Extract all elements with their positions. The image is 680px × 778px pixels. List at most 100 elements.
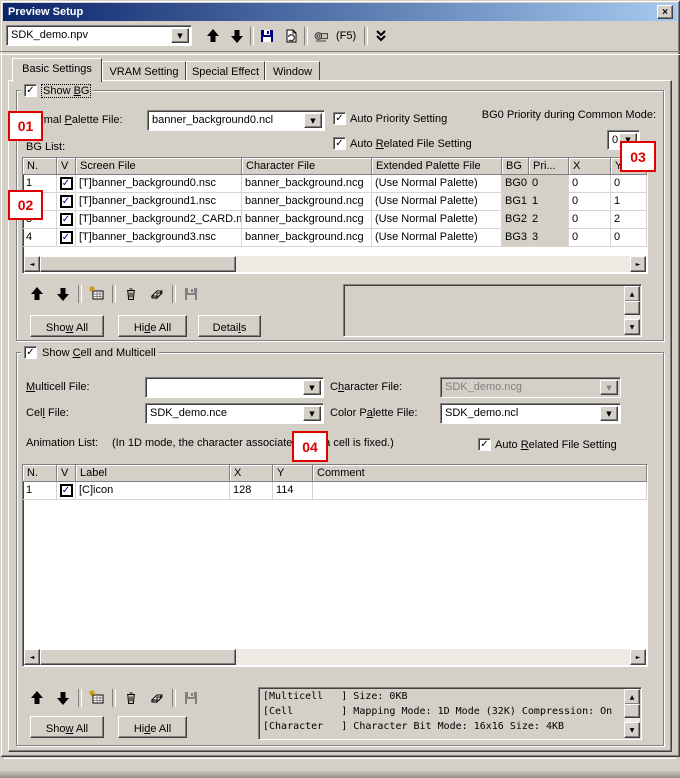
table-row[interactable]: 1 ✓ [C]icon 128 114 [23,482,647,500]
row-visible-checkbox[interactable]: ✓ [60,484,73,497]
save-disabled-icon [180,284,202,304]
normal-palette-combo[interactable]: banner_background0.ncl ▼ [147,110,325,131]
tab-basic-settings[interactable]: Basic Settings [12,58,102,82]
cell-y: 2 [611,211,647,229]
scroll-left-icon[interactable]: ◄ [24,649,40,665]
auto-priority-checkbox[interactable]: ✓ [333,112,346,125]
collapse-chevrons-icon[interactable] [370,26,392,46]
cell-character-file: banner_background.ncg [242,175,372,193]
save-icon[interactable] [256,26,278,46]
close-button[interactable]: × [657,5,673,19]
check-icon: ✓ [62,178,70,189]
scroll-right-icon[interactable]: ► [630,649,646,665]
add-row-icon[interactable] [86,284,108,304]
col-priority[interactable]: Pri... [529,158,569,175]
dropdown-arrow-icon: ▼ [600,380,618,395]
scrollbar-thumb[interactable] [40,256,236,272]
table-row[interactable]: 4 ✓ [T]banner_background3.nsc banner_bac… [23,229,647,247]
tab-window[interactable]: Window [265,61,320,80]
hide-all-button[interactable]: Hide All [118,315,187,337]
vertical-scrollbar[interactable]: ▲ ▼ [624,286,640,335]
cell-priority: 1 [529,193,569,211]
show-bg-checkbox[interactable]: ✓ [24,84,37,97]
check-icon: ✓ [480,439,488,450]
move-up-icon[interactable] [202,26,224,46]
preset-file-combo[interactable]: SDK_demo.npv ▼ [6,25,192,46]
toolbar-separator [172,285,176,303]
col-character-file[interactable]: Character File [242,158,372,175]
character-file-label: Character File: [330,381,402,393]
scroll-up-icon[interactable]: ▲ [624,286,640,302]
dropdown-arrow-icon[interactable]: ▼ [600,406,618,421]
col-x[interactable]: X [569,158,611,175]
col-n[interactable]: N. [23,465,57,482]
titlebar[interactable]: Preview Setup × [3,3,677,21]
col-bg[interactable]: BG [502,158,529,175]
row-visible-checkbox[interactable]: ✓ [60,213,73,226]
col-extended-palette[interactable]: Extended Palette File [372,158,502,175]
move-up-icon[interactable] [26,688,48,708]
col-v[interactable]: V [57,465,76,482]
move-down-icon[interactable] [52,284,74,304]
scrollbar-thumb[interactable] [624,704,640,718]
table-row[interactable]: 2 ✓ [T]banner_background1.nsc banner_bac… [23,193,647,211]
move-down-icon[interactable] [226,26,248,46]
delete-icon[interactable] [120,688,142,708]
show-cell-checkbox[interactable]: ✓ [24,346,37,359]
move-down-icon[interactable] [52,688,74,708]
scroll-down-icon[interactable]: ▼ [624,722,640,738]
row-visible-checkbox[interactable]: ✓ [60,231,73,244]
vertical-scrollbar[interactable]: ▲ ▼ [624,689,640,738]
row-visible-checkbox[interactable]: ✓ [60,195,73,208]
check-icon: ✓ [62,485,70,496]
dropdown-arrow-icon[interactable]: ▼ [303,406,321,421]
bg-list-table: N. V Screen File Character File Extended… [22,157,648,274]
scroll-down-icon[interactable]: ▼ [624,319,640,335]
dropdown-arrow-icon[interactable]: ▼ [304,113,322,128]
col-comment[interactable]: Comment [313,465,647,482]
scroll-left-icon[interactable]: ◄ [24,256,40,272]
cell-file-combo[interactable]: SDK_demo.nce ▼ [145,403,324,424]
multicell-file-combo[interactable]: ▼ [145,377,324,398]
show-all-button[interactable]: Show All [30,716,104,738]
auto-related-checkbox[interactable]: ✓ [478,438,491,451]
col-x[interactable]: X [230,465,273,482]
scrollbar-thumb[interactable] [624,301,640,315]
horizontal-scrollbar[interactable]: ◄ ► [24,649,646,665]
tab-special-effect[interactable]: Special Effect [186,61,265,80]
scrollbar-thumb[interactable] [40,649,236,665]
col-n[interactable]: N. [23,158,57,175]
reload-file-icon[interactable] [280,26,302,46]
cell-character-file: banner_background.ncg [242,229,372,247]
tab-vram-setting[interactable]: VRAM Setting [102,61,186,80]
cell-priority: 0 [529,175,569,193]
eraser-icon[interactable] [146,284,168,304]
dropdown-arrow-icon[interactable]: ▼ [303,380,321,395]
preview-update-icon[interactable] [310,26,332,46]
delete-icon[interactable] [120,284,142,304]
check-icon: ✓ [62,232,70,243]
horizontal-scrollbar[interactable]: ◄ ► [24,256,646,272]
row-visible-checkbox[interactable]: ✓ [60,177,73,190]
col-y[interactable]: Y [273,465,313,482]
bg0-priority-label: BG0 Priority during Common Mode: [450,109,656,121]
eraser-icon[interactable] [146,688,168,708]
scroll-up-icon[interactable]: ▲ [624,689,640,705]
add-row-icon[interactable] [86,688,108,708]
details-button[interactable]: Details [198,315,261,337]
auto-related-checkbox[interactable]: ✓ [333,137,346,150]
scroll-right-icon[interactable]: ► [630,256,646,272]
cell-priority: 3 [529,229,569,247]
col-screen-file[interactable]: Screen File [76,158,242,175]
table-row[interactable]: 3 ✓ [T]banner_background2_CARD.nsc banne… [23,211,647,229]
show-all-button[interactable]: Show All [30,315,104,337]
table-row[interactable]: 1 ✓ [T]banner_background0.nsc banner_bac… [23,175,647,193]
color-palette-combo[interactable]: SDK_demo.ncl ▼ [440,403,621,424]
hide-all-button[interactable]: Hide All [118,716,187,738]
main-toolbar: (F5) [202,26,392,46]
dropdown-arrow-icon[interactable]: ▼ [171,28,189,43]
cell-y: 0 [611,229,647,247]
move-up-icon[interactable] [26,284,48,304]
col-label[interactable]: Label [76,465,230,482]
col-v[interactable]: V [57,158,76,175]
